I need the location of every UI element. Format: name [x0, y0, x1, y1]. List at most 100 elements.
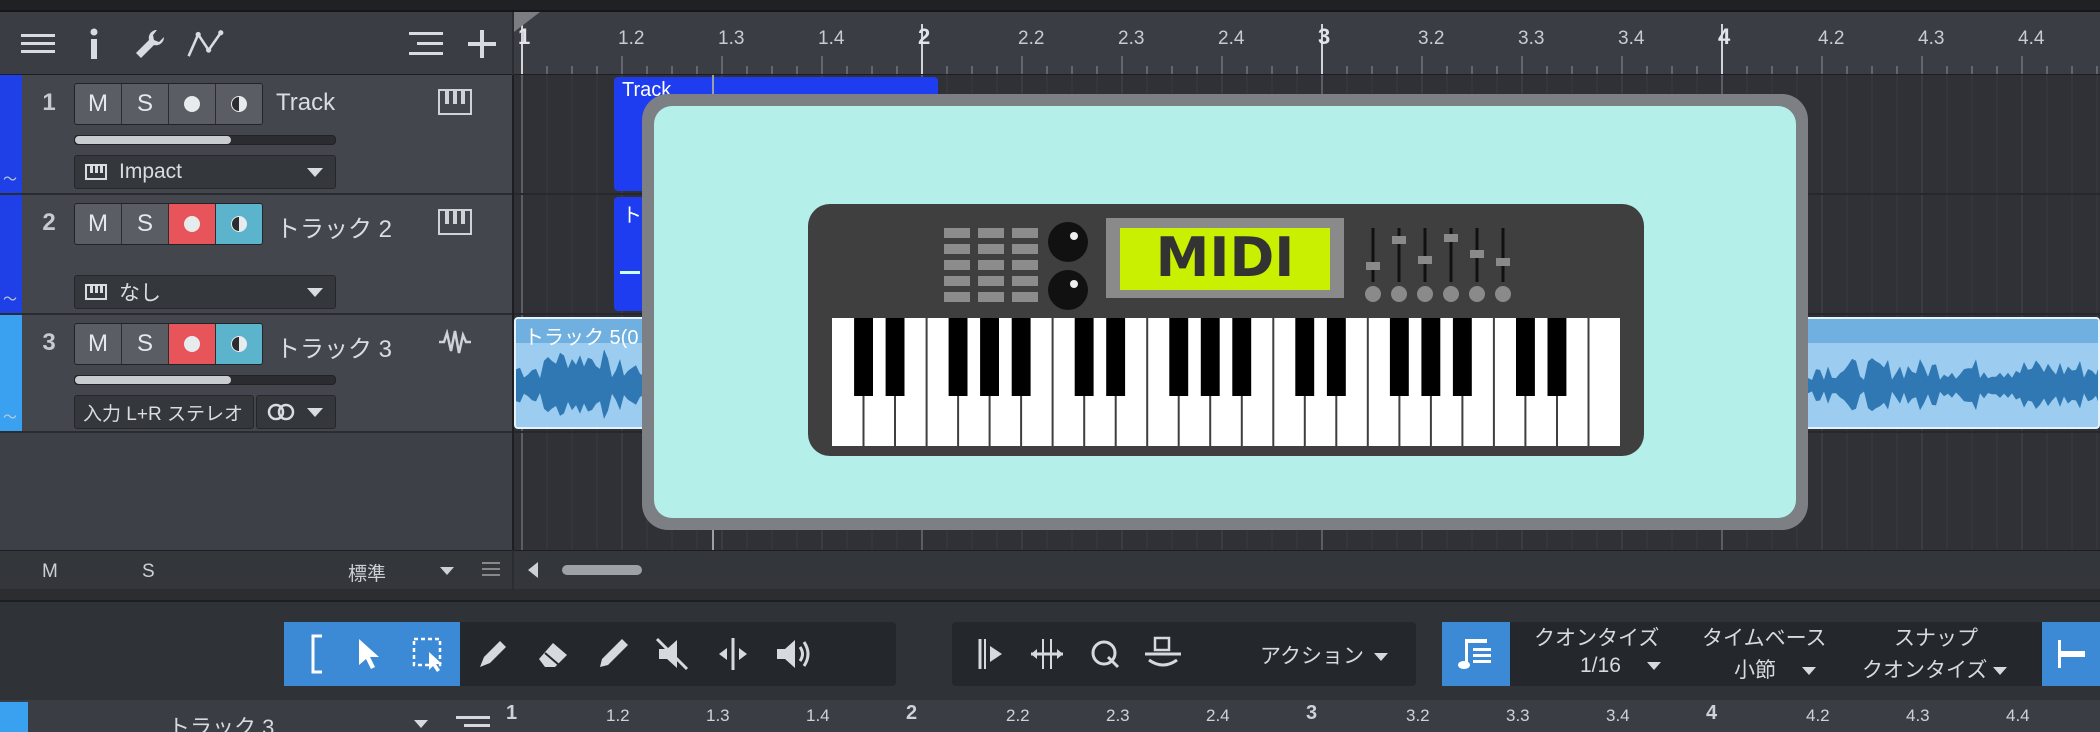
- track-list: 〜 1 M S Track Impact 〜 2 M S トラック 2 なし 〜…: [0, 75, 514, 550]
- ruler-label: 3.3: [1518, 28, 1545, 49]
- chevron-down-icon: [1646, 662, 1661, 671]
- ruler-label: 1: [506, 702, 518, 724]
- arrow-tool-icon[interactable]: [340, 622, 398, 686]
- ruler-label: 3: [1318, 24, 1331, 49]
- track-color-strip: [0, 702, 28, 732]
- solo-button[interactable]: S: [122, 204, 169, 244]
- track-toolbar: [0, 12, 512, 75]
- printer-icon[interactable]: [1134, 622, 1192, 686]
- automation-lane-icon[interactable]: 〜: [3, 289, 17, 309]
- range-tool-icon[interactable]: [400, 622, 458, 686]
- record-arm-button[interactable]: [169, 84, 216, 124]
- midi-display-text: MIDI: [1156, 226, 1295, 289]
- automation-lane-icon[interactable]: 〜: [3, 407, 17, 427]
- eraser-icon[interactable]: [524, 622, 582, 686]
- ruler-label: 4.3: [1918, 28, 1945, 49]
- automation-icon[interactable]: [186, 24, 226, 64]
- ruler-ticks: [521, 24, 2098, 74]
- tool-group: [284, 622, 896, 686]
- record-icon: [184, 96, 200, 112]
- solo-all-button[interactable]: S: [142, 561, 155, 583]
- channel-mode-select[interactable]: [256, 395, 336, 429]
- solo-button[interactable]: S: [122, 84, 169, 124]
- track-number: 2: [42, 209, 56, 236]
- automation-lane-icon[interactable]: 〜: [3, 169, 17, 189]
- ruler-label: 2.3: [1118, 28, 1145, 49]
- wrench-icon[interactable]: [130, 24, 170, 64]
- ruler-label: 1.3: [718, 28, 745, 49]
- add-track-icon[interactable]: [462, 24, 502, 64]
- view-mode-select[interactable]: 標準: [348, 559, 386, 586]
- ruler-label: 3.4: [1618, 28, 1645, 49]
- timebase-label: タイムベース: [1702, 627, 1827, 650]
- mute-all-button[interactable]: M: [42, 561, 58, 583]
- track-name[interactable]: トラック 2: [276, 209, 392, 244]
- solo-button[interactable]: S: [122, 324, 169, 364]
- track-row-3[interactable]: 〜 3 M S トラック 3 入力 L+R ステレオ: [0, 315, 512, 433]
- track-options-icon[interactable]: [406, 24, 446, 64]
- timeline-ruler[interactable]: 1 1.2 1.3 1.4 2 2.2 2.3 2.4 3 3.2 3.3 3.4 4 4.2 4.3 4.4: [514, 12, 2100, 75]
- ruler-label: 2.3: [1106, 706, 1130, 725]
- editor-ruler[interactable]: 1 1.2 1.3 1.4 2 2.2 2.3 2.4 3 3.2 3.3 3.4 4 4.2 4.3 4.4: [504, 700, 2100, 732]
- listen-tool-icon[interactable]: [764, 622, 822, 686]
- range-bracket-icon[interactable]: [288, 622, 346, 686]
- ruler-label: 4.2: [1818, 28, 1845, 49]
- keyboard-icon: [85, 284, 107, 300]
- monitor-button[interactable]: [216, 324, 262, 364]
- quantize-select[interactable]: 1/16: [1580, 654, 1661, 678]
- chevron-down-icon: [1373, 653, 1388, 662]
- monitor-button[interactable]: [216, 84, 262, 124]
- record-arm-button[interactable]: [169, 204, 216, 244]
- track-row-1[interactable]: 〜 1 M S Track Impact: [0, 75, 512, 195]
- snap-to-grid-button[interactable]: [2042, 622, 2100, 686]
- snap-start-icon[interactable]: [960, 622, 1018, 686]
- pen-tool-icon[interactable]: [464, 622, 522, 686]
- volume-fader[interactable]: [74, 135, 336, 145]
- snap-toggle-button[interactable]: [1442, 622, 1510, 686]
- record-arm-button[interactable]: [169, 324, 216, 364]
- chevron-down-icon: [414, 720, 428, 728]
- snap-select[interactable]: クオンタイズ: [1862, 654, 2008, 684]
- volume-fader-level: [75, 136, 231, 144]
- note-bar: [620, 271, 640, 274]
- action-menu-label: アクション: [1260, 645, 1364, 668]
- timebase-select[interactable]: 小節: [1734, 654, 1816, 684]
- ruler-label: 1.2: [606, 706, 630, 725]
- midi-overlay-panel: MIDI: [654, 106, 1796, 518]
- volume-fader[interactable]: [74, 375, 336, 385]
- paint-tool-icon[interactable]: [584, 622, 642, 686]
- mute-tool-icon[interactable]: [644, 622, 702, 686]
- stereo-icon: [267, 403, 295, 421]
- track-options-icon[interactable]: [456, 714, 490, 732]
- inspector-icon[interactable]: [74, 24, 114, 64]
- midi-keyboard-icon: MIDI: [808, 204, 1644, 456]
- loop-start-marker[interactable]: [514, 12, 540, 32]
- menu-icon[interactable]: [482, 561, 500, 577]
- instrument-select[interactable]: Impact: [74, 155, 336, 189]
- track-name[interactable]: トラック 3: [276, 329, 392, 364]
- instrument-select[interactable]: なし: [74, 275, 336, 309]
- instrument-name: Impact: [119, 160, 183, 183]
- ruler-label: 2: [906, 702, 918, 724]
- scroll-left-icon[interactable]: [528, 562, 538, 578]
- mute-button[interactable]: M: [75, 204, 122, 244]
- instrument-name: なし: [119, 282, 161, 305]
- action-menu[interactable]: アクション: [1260, 640, 1388, 670]
- track-list-icon[interactable]: [18, 24, 58, 64]
- mute-button[interactable]: M: [75, 324, 122, 364]
- editor-track-name[interactable]: トラック 3: [168, 710, 274, 732]
- track-name[interactable]: Track: [276, 89, 335, 117]
- ruler-label: 3.2: [1406, 706, 1430, 725]
- ruler-label: 3.4: [1606, 706, 1630, 725]
- input-select[interactable]: 入力 L+R ステレオ: [74, 395, 254, 429]
- align-left-icon: [2058, 640, 2085, 668]
- quantize-icon[interactable]: [1076, 622, 1134, 686]
- monitor-button[interactable]: [216, 204, 262, 244]
- horizontal-scrollbar[interactable]: [562, 565, 642, 575]
- mute-button[interactable]: M: [75, 84, 122, 124]
- track-row-2[interactable]: 〜 2 M S トラック 2 なし: [0, 195, 512, 315]
- track-buttons: M S: [74, 323, 263, 365]
- split-tool-icon[interactable]: [704, 622, 762, 686]
- stretch-icon[interactable]: [1018, 622, 1076, 686]
- ruler-label: 2.2: [1018, 28, 1045, 49]
